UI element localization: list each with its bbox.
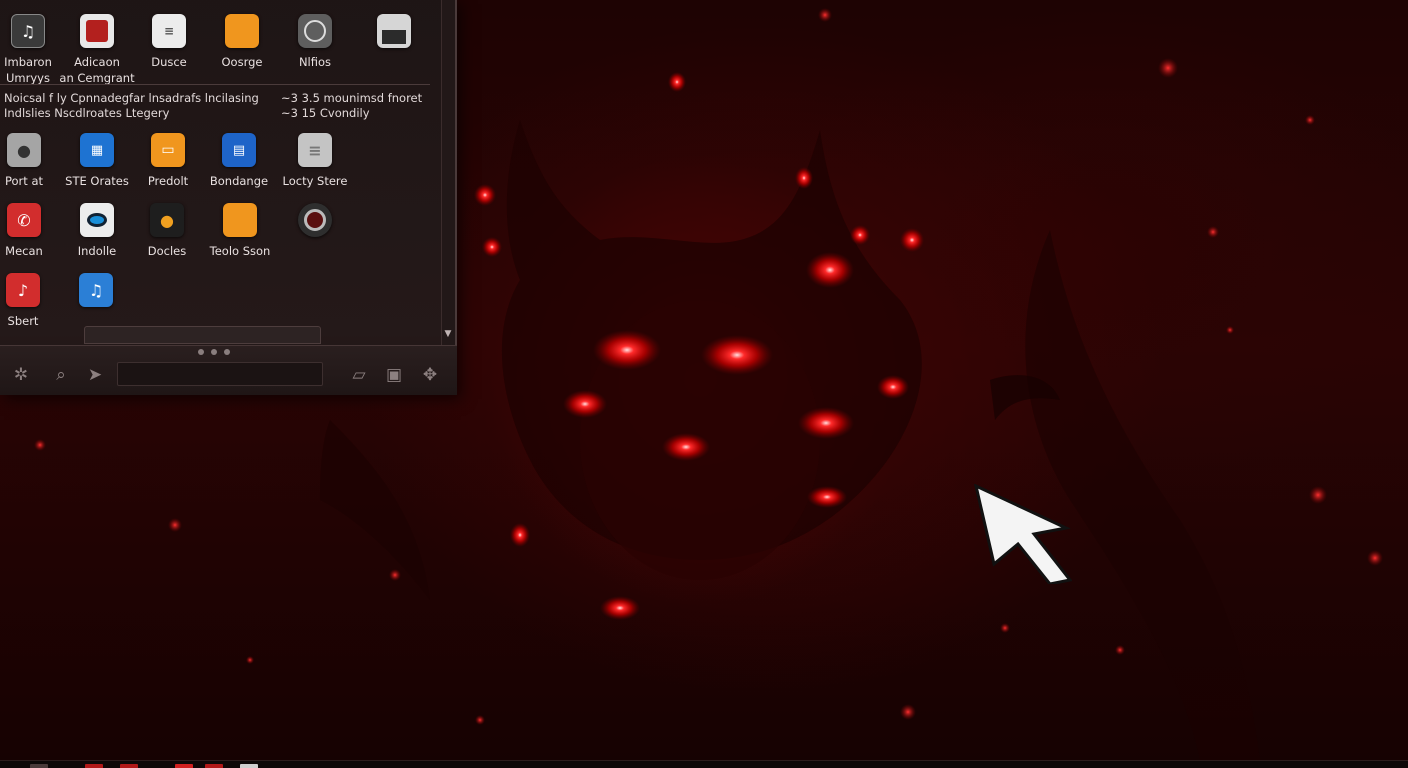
app-oosrge[interactable]: Oosrge: [203, 14, 281, 70]
app-mecan[interactable]: ✆ Mecan: [0, 203, 63, 259]
search-icon[interactable]: ⌕: [50, 364, 72, 386]
taskbar-item[interactable]: [120, 764, 138, 768]
camera-icon: [298, 203, 332, 237]
phone-icon: ✆: [7, 203, 41, 237]
app-locty-stere[interactable]: ≡ Locty Stere: [276, 133, 354, 189]
app-sbert[interactable]: ♪ Sbert: [0, 273, 62, 329]
user-icon: ●: [7, 133, 41, 167]
scroll-down-icon[interactable]: ▼: [443, 328, 453, 340]
window-icon[interactable]: ▣: [383, 364, 405, 386]
badge-icon: ●: [150, 203, 184, 237]
info-text-right-2: ~3 15 Cvondily: [281, 106, 370, 120]
grid-app-icon: ▤: [222, 133, 256, 167]
launcher-scrollbar[interactable]: [441, 0, 455, 345]
app-ste-orates[interactable]: ▦ STE Orates: [58, 133, 136, 189]
mouse-cursor-icon: [973, 484, 1072, 584]
folder-outline-icon[interactable]: ▱: [348, 364, 370, 386]
folder-icon: [225, 14, 259, 48]
folder-icon: [223, 203, 257, 237]
app-label: Nlfios: [298, 55, 332, 69]
ticket-icon: ▭: [151, 133, 185, 167]
taskbar-item[interactable]: [205, 764, 223, 768]
search-input[interactable]: [117, 362, 323, 386]
app-camera[interactable]: [276, 203, 354, 237]
app-imbaron[interactable]: ♫ Imbaron Umryys: [0, 14, 67, 86]
app-label: STE Orates: [65, 174, 129, 188]
taskbar-item[interactable]: [175, 764, 193, 768]
file-icon: [377, 14, 411, 48]
app-label: Dusce: [151, 55, 187, 69]
app-label: Locty Stere: [282, 174, 348, 188]
settings-icon[interactable]: ✲: [10, 364, 32, 386]
app-indolle[interactable]: Indolle: [58, 203, 136, 259]
app-dusce[interactable]: ≡ Dusce: [130, 14, 208, 70]
app-label: Sbert: [7, 314, 39, 328]
notes-icon: ≡: [298, 133, 332, 167]
document-icon: ≡: [152, 14, 186, 48]
app-launcher-panel: ▼ ♫ Imbaron Umryys Adicaon an Cemgrant ≡ D…: [0, 0, 457, 395]
app-file[interactable]: [355, 14, 433, 48]
info-text-left-2: Indlslies Nscdlroates Ltegery: [4, 106, 170, 120]
app-music[interactable]: ♫: [57, 273, 135, 307]
app-docles[interactable]: ● Docles: [128, 203, 206, 259]
app-label: Port at: [4, 174, 43, 188]
app-label: Bondange: [209, 174, 269, 188]
media-player-icon: [80, 14, 114, 48]
info-text-left-1: Noicsal f ly Cpnnadegfar lnsadrafs lncil…: [4, 91, 259, 105]
taskbar: [0, 760, 1408, 768]
app-label: Imbaron Umryys: [4, 55, 52, 85]
app-label: Adicaon an Cemgrant: [59, 55, 135, 85]
app-label: Predolt: [147, 174, 189, 188]
app-predolt[interactable]: ▭ Predolt: [129, 133, 207, 189]
section-divider: [0, 84, 430, 85]
tools-icon[interactable]: ✥: [419, 364, 441, 386]
music-app-icon: ♫: [79, 273, 113, 307]
app-bondange[interactable]: ▤ Bondange: [200, 133, 278, 189]
app-label: Mecan: [5, 244, 43, 258]
taskbar-item[interactable]: [30, 764, 48, 768]
launcher-bottom-bar: [84, 326, 321, 344]
app-teolo-sson[interactable]: Teolo Sson: [201, 203, 279, 259]
app-label: Oosrge: [221, 55, 263, 69]
music-icon: ♫: [11, 14, 45, 48]
app-label: Teolo Sson: [209, 244, 271, 258]
app-label: Docles: [147, 244, 187, 258]
app-label: Indolle: [77, 244, 117, 258]
pin-icon[interactable]: ➤: [84, 364, 106, 386]
app-nlfios[interactable]: Nlfios: [276, 14, 354, 70]
music-note-icon: ♪: [6, 273, 40, 307]
eye-icon: [80, 203, 114, 237]
clock-icon: [298, 14, 332, 48]
taskbar-item[interactable]: [85, 764, 103, 768]
app-adicaon[interactable]: Adicaon an Cemgrant: [58, 14, 136, 86]
taskbar-item[interactable]: [240, 764, 258, 768]
calendar-icon: ▦: [80, 133, 114, 167]
page-indicator[interactable]: [198, 349, 230, 355]
info-text-right-1: ~3 3.5 mounimsd fnoret: [281, 91, 423, 105]
app-port-at[interactable]: ● Port at: [0, 133, 63, 189]
